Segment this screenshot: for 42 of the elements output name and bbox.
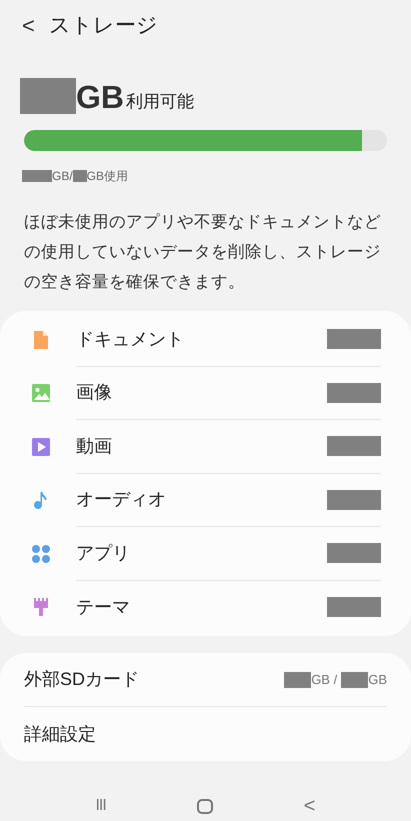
description: ほぼ未使用のアプリや不要なドキュメントなどの使用していないデータを削除し、ストレージの空き容量を確保できます。	[23, 212, 382, 293]
play-icon	[30, 436, 52, 458]
settings-row[interactable]: 外部SDカード GB / GB	[24, 653, 387, 707]
page-title: ストレージ	[48, 13, 158, 40]
category-row[interactable]: アプリ	[30, 527, 381, 580]
category-row[interactable]: テーマ	[30, 580, 381, 634]
redaction-block	[327, 543, 381, 564]
redaction-block	[327, 329, 381, 350]
apps-icon	[30, 542, 52, 565]
nav-back-button[interactable]: <	[304, 791, 316, 821]
category-row[interactable]: 画像	[30, 366, 381, 420]
sd-total-unit: GB	[368, 670, 387, 689]
total-unit: GB使用	[86, 168, 128, 185]
category-row[interactable]: ドキュメント	[30, 313, 381, 366]
redaction-block	[22, 170, 52, 182]
used-unit: GB/	[52, 168, 73, 185]
settings-label: 詳細設定	[24, 722, 97, 746]
available-label: 利用可能	[126, 90, 194, 113]
category-label: オーディオ	[76, 488, 167, 512]
category-row[interactable]: オーディオ	[30, 474, 381, 527]
settings-row[interactable]: 詳細設定	[24, 707, 387, 761]
home-button[interactable]	[196, 798, 213, 814]
redaction-block	[20, 78, 76, 114]
redaction-block	[327, 597, 381, 618]
recent-apps-button[interactable]: III	[95, 794, 106, 818]
redaction-block	[341, 672, 368, 688]
sd-used-unit: GB /	[311, 670, 338, 689]
redaction-block	[72, 170, 87, 182]
category-label: 動画	[76, 434, 113, 458]
category-row[interactable]: 動画	[30, 420, 381, 474]
image-icon	[30, 382, 52, 404]
category-label: アプリ	[76, 542, 131, 565]
settings-label: 外部SDカード	[24, 668, 140, 691]
category-label: テーマ	[76, 596, 131, 619]
storage-unit: GB	[76, 80, 124, 114]
redaction-block	[327, 490, 381, 510]
redaction-block	[284, 672, 312, 688]
redaction-block	[327, 382, 381, 403]
category-label: 画像	[76, 381, 113, 404]
back-button[interactable]: <	[22, 14, 35, 37]
redaction-block	[327, 436, 381, 456]
category-label: ドキュメント	[76, 328, 185, 351]
